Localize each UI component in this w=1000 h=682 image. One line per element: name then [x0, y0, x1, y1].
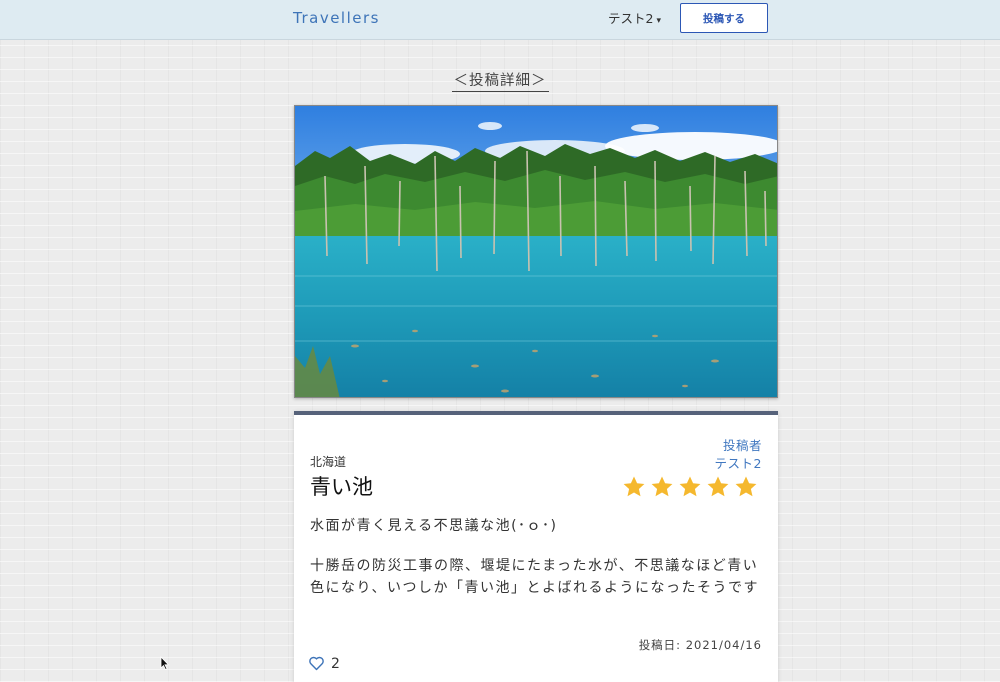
star-icon: [651, 476, 673, 497]
user-menu-dropdown[interactable]: テスト2 ▾: [608, 8, 661, 27]
star-icon: [679, 476, 701, 497]
caret-down-icon: ▾: [656, 16, 661, 26]
post-detail-card: 投稿者 テスト2 北海道 青い池 水面が青く見える不思議な池(･ｏ･) 十勝岳の…: [294, 411, 778, 682]
star-icon: [707, 476, 729, 497]
post-summary: 水面が青く見える不思議な池(･ｏ･): [310, 518, 558, 534]
mouse-pointer-icon: [160, 656, 170, 670]
brand-logo[interactable]: Travellers: [293, 9, 380, 27]
star-icon: [623, 476, 645, 497]
prefecture-label: 北海道: [310, 455, 347, 469]
page-heading: ＜投稿詳細＞: [451, 69, 549, 92]
page-heading-wrap: ＜投稿詳細＞: [0, 69, 1000, 92]
post-title: 青い池: [310, 475, 373, 499]
star-rating: [622, 475, 758, 499]
heart-outline-icon[interactable]: [308, 655, 325, 672]
like-count: 2: [331, 655, 340, 672]
pond-photo-image: [295, 106, 777, 397]
posted-date: 投稿日: 2021/04/16: [638, 638, 762, 652]
post-photo: [294, 105, 778, 398]
poster-label: 投稿者: [722, 438, 762, 453]
top-navbar: Travellers テスト2 ▾ 投稿する: [0, 0, 1000, 40]
poster-name-link[interactable]: テスト2: [715, 453, 762, 472]
user-menu-label: テスト2: [608, 11, 654, 26]
like-section: 2: [308, 655, 340, 672]
post-body: 十勝岳の防災工事の際、堰堤にたまった水が、不思議なほど青い色になり、いつしか「青…: [310, 558, 759, 596]
star-icon: [735, 476, 757, 497]
new-post-button[interactable]: 投稿する: [680, 3, 768, 33]
